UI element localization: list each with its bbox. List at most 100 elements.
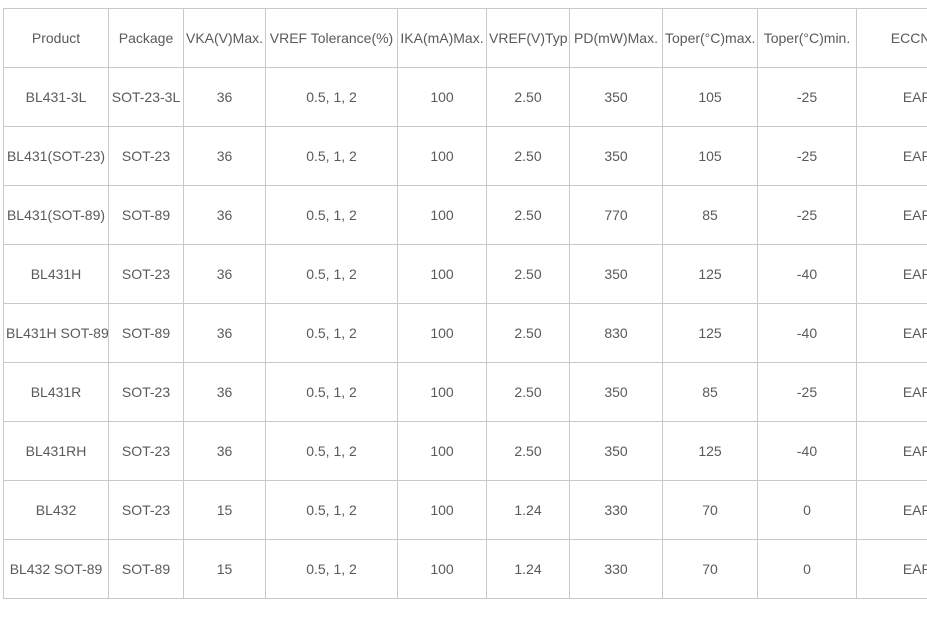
- table-cell: 2.50: [486, 244, 570, 304]
- table-cell: 0: [757, 480, 857, 540]
- product-name-cell: BL431R: [3, 362, 109, 422]
- table-cell: 105: [662, 67, 758, 127]
- table-cell: 330: [569, 539, 663, 599]
- table-cell: -40: [757, 303, 857, 363]
- table-cell: 350: [569, 362, 663, 422]
- table-cell: SOT-89: [108, 539, 184, 599]
- product-name-cell: BL431H SOT-89: [3, 303, 109, 363]
- table-header-row: Product Package VKA(V)Max. VREF Tolerance(%…: [3, 8, 927, 68]
- table-cell: 2.50: [486, 67, 570, 127]
- product-specification-table: Product Package VKA(V)Max. VREF Tolerance(%…: [3, 8, 927, 599]
- table-cell: 770: [569, 185, 663, 245]
- table-cell: 85: [662, 185, 758, 245]
- table-cell: EAR99: [856, 539, 927, 599]
- product-name-cell: BL431(SOT-23): [3, 126, 109, 186]
- table-cell: 100: [397, 362, 487, 422]
- table-row: BL431-3L SOT-23-3L 36 0.5, 1, 2 100 2.50 350 10…: [3, 67, 927, 127]
- product-name-cell: BL432 SOT-89: [3, 539, 109, 599]
- table-row: BL431R SOT-23 36 0.5, 1, 2 100 2.50 350 85 -25 EA…: [3, 362, 927, 422]
- specification-table-container: Product Package VKA(V)Max. VREF Tolerance(%…: [3, 8, 927, 599]
- table-cell: 100: [397, 539, 487, 599]
- table-cell: 0.5, 1, 2: [265, 362, 398, 422]
- table-cell: 100: [397, 244, 487, 304]
- table-cell: SOT-23: [108, 480, 184, 540]
- table-row: BL432SOT-23150.5, 1, 21001.24330700EAR99: [3, 480, 927, 540]
- table-cell: 0.5, 1, 2: [265, 126, 398, 186]
- table-cell: 0.5, 1, 2: [265, 421, 398, 481]
- table-row: BL431RH SOT-23 36 0.5, 1, 2 100 2.50 350 125 -40…: [3, 421, 927, 481]
- table-row: BL431(SOT-23) SOT-23 36 0.5, 1, 2 100 2.50 350…: [3, 126, 927, 186]
- table-cell: 0.5, 1, 2: [265, 67, 398, 127]
- table-body: BL431-3L SOT-23-3L 36 0.5, 1, 2 100 2.50 350 10…: [3, 67, 927, 599]
- table-cell: 0.5, 1, 2: [265, 303, 398, 363]
- table-cell: 1.24: [486, 539, 570, 599]
- table-cell: -25: [757, 126, 857, 186]
- table-cell: 100: [397, 303, 487, 363]
- table-cell: EAR99: [856, 421, 927, 481]
- table-cell: 36: [183, 244, 266, 304]
- table-row: BL431H SOT-89 SOT-89 36 0.5, 1, 2 100 2.50 830…: [3, 303, 927, 363]
- table-cell: 15: [183, 539, 266, 599]
- table-cell: EAR99: [856, 67, 927, 127]
- table-cell: 100: [397, 480, 487, 540]
- product-name-cell: BL432: [3, 480, 109, 540]
- table-cell: 100: [397, 185, 487, 245]
- table-cell: 125: [662, 244, 758, 304]
- column-header: PD(mW)Max.: [569, 8, 663, 68]
- column-header: ECCN(US): [856, 8, 927, 68]
- table-cell: 36: [183, 303, 266, 363]
- table-row: BL431(SOT-89) SOT-89 36 0.5, 1, 2 100 2.50 770…: [3, 185, 927, 245]
- table-cell: 2.50: [486, 362, 570, 422]
- column-header: VREF(V)Typ.: [486, 8, 570, 68]
- table-cell: 350: [569, 421, 663, 481]
- product-name-cell: BL431(SOT-89): [3, 185, 109, 245]
- table-cell: 100: [397, 67, 487, 127]
- table-cell: SOT-23-3L: [108, 67, 184, 127]
- table-cell: 0.5, 1, 2: [265, 244, 398, 304]
- table-cell: 1.24: [486, 480, 570, 540]
- table-cell: EAR99: [856, 303, 927, 363]
- table-cell: 330: [569, 480, 663, 540]
- table-cell: 350: [569, 126, 663, 186]
- product-name-cell: BL431RH: [3, 421, 109, 481]
- table-cell: SOT-23: [108, 362, 184, 422]
- column-header: Product: [3, 8, 109, 68]
- table-cell: 36: [183, 185, 266, 245]
- table-cell: 0.5, 1, 2: [265, 539, 398, 599]
- column-header: Toper(°C)max.: [662, 8, 758, 68]
- table-cell: EAR99: [856, 362, 927, 422]
- table-cell: EAR99: [856, 244, 927, 304]
- column-header: Package: [108, 8, 184, 68]
- table-cell: EAR99: [856, 480, 927, 540]
- table-cell: 70: [662, 480, 758, 540]
- column-header: IKA(mA)Max.: [397, 8, 487, 68]
- table-cell: 85: [662, 362, 758, 422]
- table-header: Product Package VKA(V)Max. VREF Tolerance(%…: [3, 8, 927, 68]
- table-cell: 36: [183, 362, 266, 422]
- table-cell: 105: [662, 126, 758, 186]
- table-cell: 0: [757, 539, 857, 599]
- column-header: VKA(V)Max.: [183, 8, 266, 68]
- table-row: BL432 SOT-89 SOT-89 15 0.5, 1, 2 100 1.24 330 7…: [3, 539, 927, 599]
- table-cell: 2.50: [486, 421, 570, 481]
- table-cell: 100: [397, 421, 487, 481]
- table-cell: 350: [569, 67, 663, 127]
- product-name-cell: BL431-3L: [3, 67, 109, 127]
- table-cell: SOT-23: [108, 126, 184, 186]
- table-cell: 36: [183, 421, 266, 481]
- table-cell: 2.50: [486, 185, 570, 245]
- table-cell: 36: [183, 126, 266, 186]
- table-cell: -25: [757, 362, 857, 422]
- product-name-cell: BL431H: [3, 244, 109, 304]
- table-cell: 70: [662, 539, 758, 599]
- table-cell: -25: [757, 185, 857, 245]
- table-cell: SOT-23: [108, 421, 184, 481]
- table-cell: SOT-23: [108, 244, 184, 304]
- table-cell: 125: [662, 421, 758, 481]
- table-cell: -25: [757, 67, 857, 127]
- table-cell: 125: [662, 303, 758, 363]
- table-cell: SOT-89: [108, 185, 184, 245]
- table-cell: -40: [757, 244, 857, 304]
- table-cell: -40: [757, 421, 857, 481]
- table-cell: 0.5, 1, 2: [265, 480, 398, 540]
